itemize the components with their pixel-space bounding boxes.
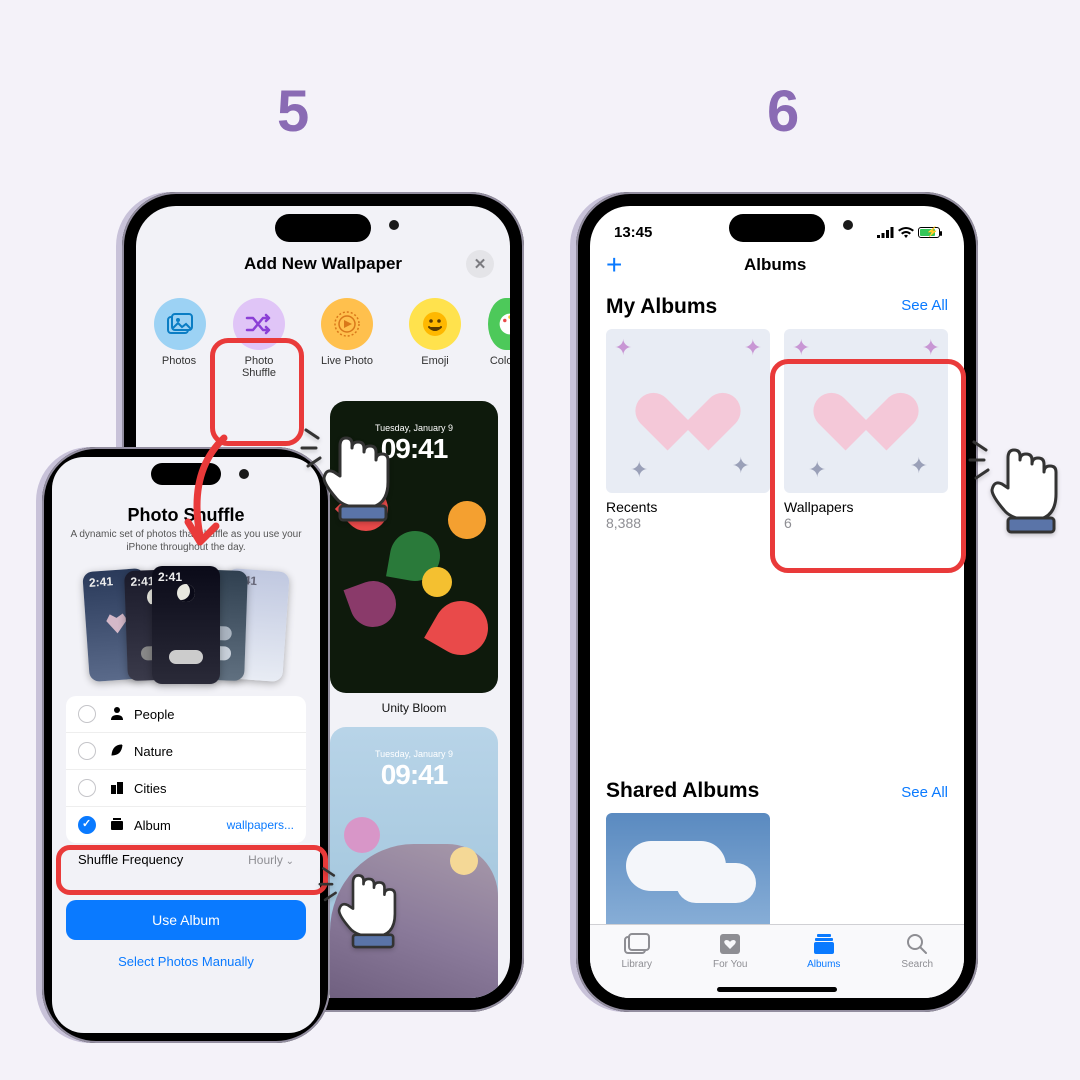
album-thumbnail: ✦✦✦✦ — [606, 329, 770, 493]
use-album-button[interactable]: Use Album — [66, 900, 306, 940]
tap-hand-icon — [316, 858, 404, 959]
tab-label: Search — [901, 959, 933, 970]
category-photos[interactable]: Photos — [152, 298, 206, 379]
category-label: Color — [488, 355, 510, 367]
shuffle-preview: 2:41 2:41 2:41 2:41 2:41 — [66, 564, 306, 684]
signal-icon — [877, 225, 894, 241]
phone-right: 13:45 ⚡ + Albums My Albums See All ✦✦✦✦ … — [576, 192, 978, 1012]
radio-unchecked-icon — [78, 779, 96, 797]
shuffle-frequency-row[interactable]: Shuffle Frequency Hourly — [66, 843, 306, 876]
tap-hand-icon — [298, 418, 398, 533]
tap-hand-icon — [966, 430, 1066, 545]
shuffle-source-list: People Nature Cities — [66, 696, 306, 843]
category-emoji[interactable]: Emoji — [400, 298, 470, 379]
tab-library[interactable]: Library — [590, 925, 684, 998]
person-icon — [108, 706, 126, 723]
wallpaper-category-row: Photos Photo Shuffle Live Photo Emoji — [136, 290, 510, 385]
step-number-6: 6 — [767, 78, 799, 145]
search-icon — [906, 933, 928, 957]
album-count: 8,388 — [606, 515, 770, 531]
tab-label: Albums — [807, 959, 840, 970]
shared-album-thumbnail[interactable] — [606, 813, 770, 933]
option-label: Nature — [134, 744, 173, 759]
category-label: Photo Shuffle — [242, 355, 276, 379]
emoji-icon — [409, 298, 461, 350]
category-color[interactable]: Color — [488, 298, 510, 379]
option-label: Album — [134, 818, 171, 833]
buildings-icon — [108, 780, 126, 797]
status-time: 13:45 — [614, 224, 652, 241]
step-number-5: 5 — [277, 78, 309, 145]
album-thumbnail: ✦✦✦✦ — [784, 329, 948, 493]
category-label: Photos — [152, 355, 206, 367]
photos-icon — [154, 298, 206, 350]
library-icon — [624, 933, 650, 957]
color-icon — [488, 298, 510, 350]
category-photo-shuffle[interactable]: Photo Shuffle — [224, 298, 294, 379]
live-photo-icon — [321, 298, 373, 350]
close-icon: ✕ — [474, 255, 487, 273]
tab-label: For You — [713, 959, 747, 970]
category-label: Live Photo — [321, 355, 373, 367]
see-all-link[interactable]: See All — [901, 784, 948, 801]
option-cities[interactable]: Cities — [66, 770, 306, 807]
close-button[interactable]: ✕ — [466, 250, 494, 278]
radio-checked-icon — [78, 816, 96, 834]
albums-icon — [813, 933, 835, 957]
album-count: 6 — [784, 515, 948, 531]
freq-value: Hourly — [248, 853, 294, 867]
option-value[interactable]: wallpapers... — [227, 818, 294, 832]
radio-unchecked-icon — [78, 742, 96, 760]
wifi-icon — [898, 225, 914, 241]
wallpaper-title: Unity Bloom — [330, 701, 498, 715]
option-people[interactable]: People — [66, 696, 306, 733]
sheet-title: Add New Wallpaper — [180, 254, 466, 274]
tab-label: Library — [621, 959, 652, 970]
album-name: Wallpapers — [784, 499, 948, 515]
album-icon — [108, 817, 126, 834]
option-label: People — [134, 707, 174, 722]
freq-label: Shuffle Frequency — [78, 852, 183, 867]
tab-search[interactable]: Search — [871, 925, 965, 998]
nav-title: Albums — [602, 255, 948, 275]
radio-unchecked-icon — [78, 705, 96, 723]
shuffle-icon — [233, 298, 285, 350]
album-recents[interactable]: ✦✦✦✦ Recents 8,388 — [606, 329, 770, 531]
foryou-icon — [719, 933, 741, 957]
select-photos-manually-button[interactable]: Select Photos Manually — [66, 940, 306, 983]
leaf-icon — [108, 743, 126, 760]
album-wallpapers[interactable]: ✦✦✦✦ Wallpapers 6 — [784, 329, 948, 531]
category-label: Emoji — [421, 355, 449, 367]
wallpaper-clock: Tuesday, January 909:41 — [330, 749, 498, 791]
battery-icon: ⚡ — [918, 227, 940, 238]
option-album[interactable]: Album wallpapers... — [66, 807, 306, 843]
category-live-photo[interactable]: Live Photo — [312, 298, 382, 379]
album-name: Recents — [606, 499, 770, 515]
option-nature[interactable]: Nature — [66, 733, 306, 770]
see-all-link[interactable]: See All — [901, 297, 948, 314]
arrow-icon — [178, 432, 238, 552]
option-label: Cities — [134, 781, 167, 796]
